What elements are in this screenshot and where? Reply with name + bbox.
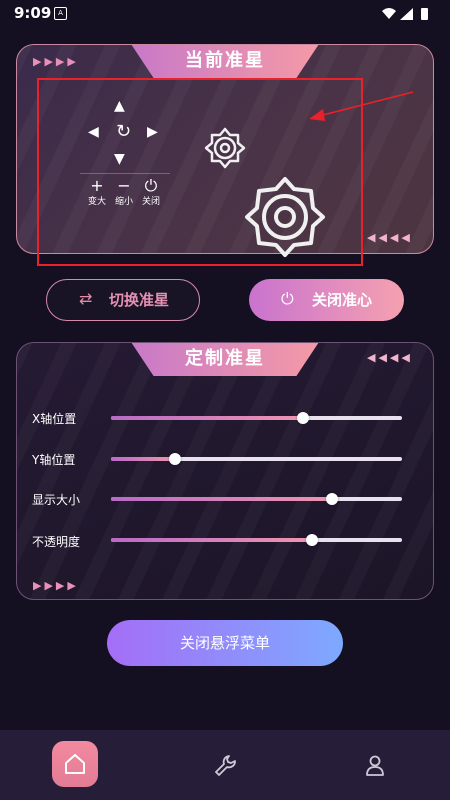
status-icons	[382, 8, 428, 20]
slider-label-size: 显示大小	[32, 493, 81, 507]
user-icon	[366, 755, 384, 776]
nav-tools-button[interactable]	[212, 752, 238, 778]
slider-fill	[111, 538, 312, 542]
home-icon	[65, 754, 85, 774]
status-time: 9:09	[14, 4, 52, 22]
slider-fill	[111, 416, 304, 420]
custom-crosshair-card: 定制准星 ◀◀◀◀ ▶▶▶▶	[16, 342, 434, 600]
decor-arrows-right-icon: ▶▶▶▶	[33, 55, 79, 68]
slider-label-opacity: 不透明度	[32, 535, 81, 549]
slider-thumb[interactable]	[169, 453, 182, 465]
opacity-slider[interactable]	[111, 534, 402, 546]
status-bar: 9:09 A	[0, 0, 450, 28]
battery-icon	[421, 8, 428, 20]
close-crosshair-button[interactable]: ⏻ 关闭准心	[249, 279, 404, 321]
wifi-icon	[382, 8, 396, 19]
decor-arrows-left-icon: ◀◀◀◀	[367, 231, 413, 244]
slider-fill	[111, 457, 176, 461]
swap-icon: ⇄	[79, 289, 93, 308]
slider-fill	[111, 497, 333, 501]
annotation-arrow-icon	[309, 91, 414, 121]
switch-crosshair-button[interactable]: ⇄ 切换准星	[46, 279, 200, 321]
slider-thumb[interactable]	[305, 534, 318, 546]
wrench-icon	[215, 755, 236, 776]
slider-label-y: Y轴位置	[32, 453, 76, 467]
current-crosshair-title: 当前准星	[131, 45, 319, 78]
x-position-slider[interactable]	[111, 412, 402, 424]
slider-thumb[interactable]	[297, 412, 310, 424]
notification-icon: A	[54, 7, 67, 20]
y-position-slider[interactable]	[111, 453, 402, 465]
signal-icon	[400, 8, 413, 20]
close-crosshair-label: 关闭准心	[312, 291, 373, 309]
slider-label-x: X轴位置	[32, 412, 77, 426]
nav-profile-button[interactable]	[362, 752, 388, 778]
power-icon: ⏻	[281, 289, 294, 308]
size-slider[interactable]	[111, 493, 402, 505]
decor-arrows-right-icon: ▶▶▶▶	[33, 579, 79, 592]
nav-home-button[interactable]	[52, 741, 98, 787]
close-floating-menu-button[interactable]: 关闭悬浮菜单	[107, 620, 343, 666]
switch-crosshair-label: 切换准星	[109, 291, 170, 309]
decor-arrows-left-icon: ◀◀◀◀	[367, 351, 413, 364]
custom-crosshair-title: 定制准星	[131, 343, 319, 376]
